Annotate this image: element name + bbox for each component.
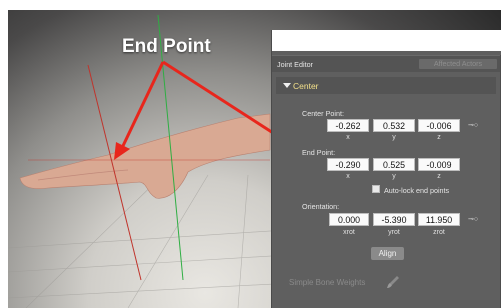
orientation-lock-icon[interactable]: ⊸○	[468, 215, 478, 223]
joint-editor-panel: Joint Editor Affected Actors Center Cent…	[271, 30, 501, 308]
orientation-xrot-field[interactable]: 0.000	[329, 213, 369, 226]
affected-actors-button[interactable]: Affected Actors	[419, 59, 497, 69]
orientation-label: Orientation:	[302, 202, 340, 211]
orientation-zrot-field[interactable]: 11.950	[418, 213, 460, 226]
align-button[interactable]: Align	[371, 247, 404, 260]
center-x-axis-label: x	[346, 134, 350, 141]
center-x-field[interactable]: -0.262	[327, 119, 369, 132]
end-x-field[interactable]: -0.290	[327, 158, 369, 171]
end-x-axis-label: x	[346, 173, 350, 180]
center-point-label: Center Point:	[302, 109, 344, 118]
orientation-zrot-axis-label: zrot	[433, 229, 445, 236]
center-y-axis-label: y	[392, 134, 396, 141]
end-point-annotation: End Point	[122, 36, 211, 57]
center-z-field[interactable]: -0.006	[418, 119, 460, 132]
auto-lock-checkbox[interactable]	[372, 185, 380, 193]
panel-title: Joint Editor	[277, 60, 313, 69]
end-z-axis-label: z	[437, 173, 441, 180]
auto-lock-label: Auto-lock end points	[384, 186, 450, 195]
orientation-xrot-axis-label: xrot	[343, 229, 355, 236]
orientation-yrot-field[interactable]: -5.390	[373, 213, 415, 226]
end-y-axis-label: y	[392, 173, 396, 180]
panel-title-bar: Joint Editor Affected Actors	[272, 55, 501, 72]
orientation-yrot-axis-label: yrot	[388, 229, 400, 236]
center-z-axis-label: z	[437, 134, 441, 141]
section-center-header[interactable]: Center	[276, 77, 496, 94]
center-y-field[interactable]: 0.532	[373, 119, 415, 132]
simple-bone-weights-label[interactable]: Simple Bone Weights	[289, 278, 365, 287]
panel-top-bar	[272, 30, 501, 51]
section-center-label: Center	[293, 81, 319, 91]
end-y-field[interactable]: 0.525	[373, 158, 415, 171]
end-point-label: End Point:	[302, 148, 336, 157]
hand-shape	[19, 113, 271, 199]
expand-triangle-icon	[283, 83, 291, 88]
paint-brush-icon[interactable]	[386, 275, 400, 289]
end-z-field[interactable]: -0.009	[418, 158, 460, 171]
center-lock-icon[interactable]: ⊸○	[468, 121, 478, 129]
